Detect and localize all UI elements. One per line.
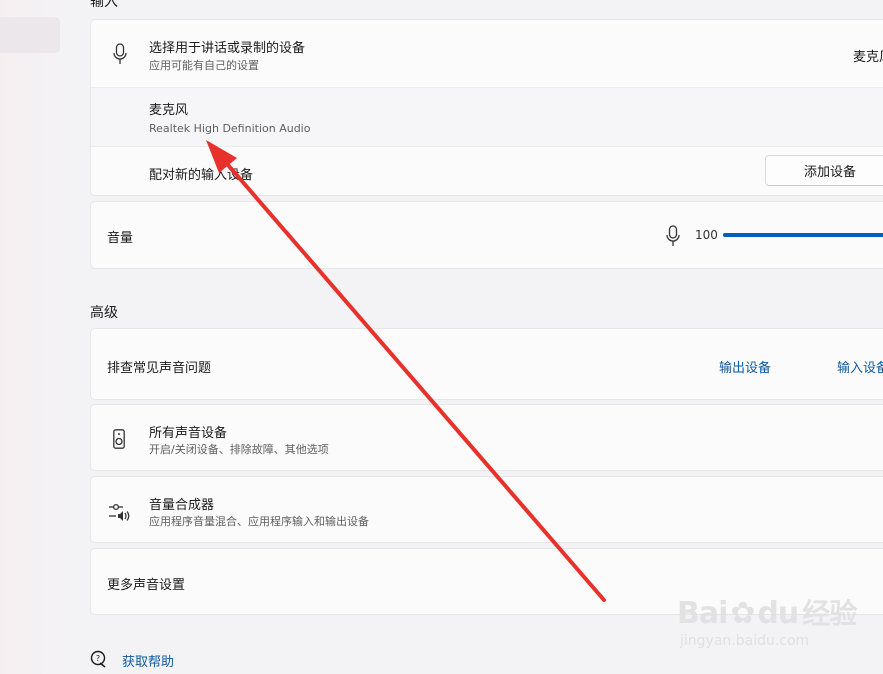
watermark-cn: 经验: [802, 597, 857, 630]
watermark-brand: Bai: [677, 596, 728, 631]
watermark-url: jingyan.baidu.com: [680, 633, 810, 649]
watermark-logo: Bai✿du 经验: [677, 592, 857, 632]
watermark-suffix: du: [757, 596, 799, 631]
annotation-arrow: [206, 140, 606, 602]
paw-icon: ✿: [730, 596, 755, 631]
